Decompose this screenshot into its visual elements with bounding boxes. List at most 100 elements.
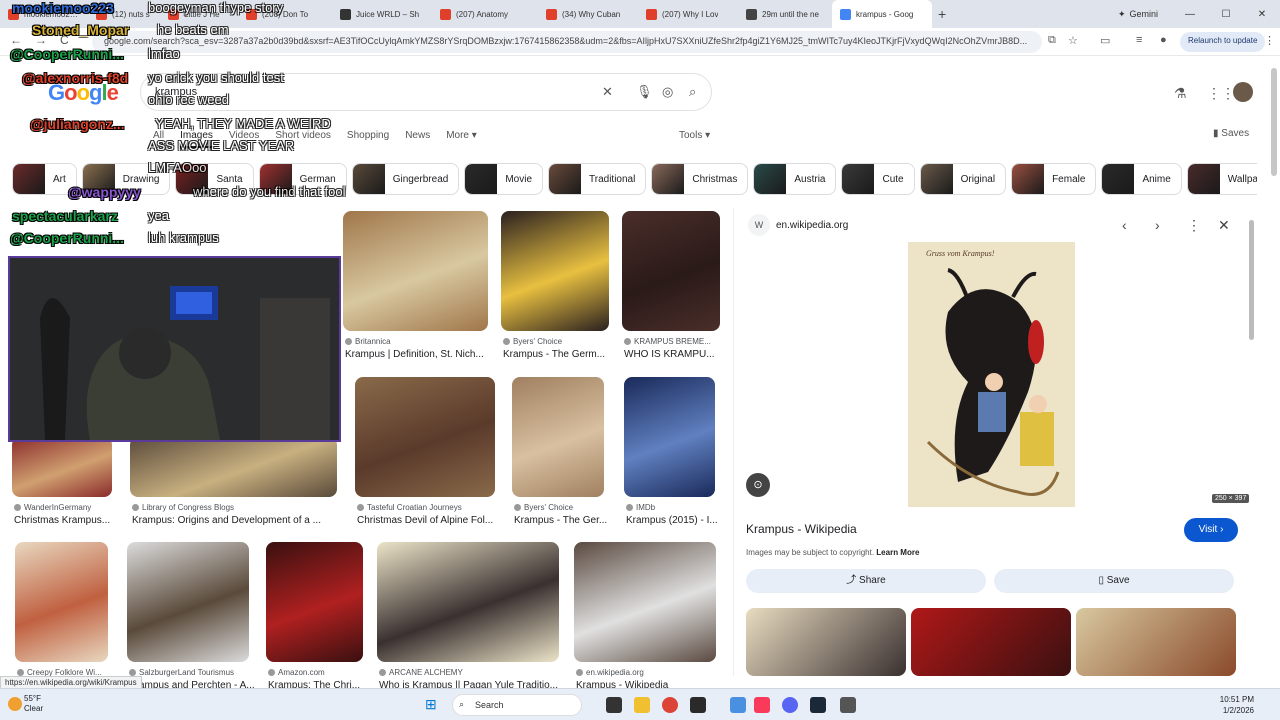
result-thumbnail[interactable]: [15, 542, 108, 662]
result-thumbnail[interactable]: [624, 377, 715, 497]
result-title[interactable]: Christmas Devil of Alpine Fol...: [357, 515, 507, 526]
browser-tab[interactable]: Juice WRLD – Sh: [332, 0, 432, 28]
extension-icon[interactable]: ⧉: [1048, 34, 1056, 47]
labs-flask-icon[interactable]: ⚗: [1174, 85, 1187, 102]
browser-tab[interactable]: 29m until the ne: [738, 0, 832, 28]
result-title[interactable]: Christmas Krampus...: [14, 515, 124, 526]
share-button[interactable]: ⤴ Share: [746, 569, 986, 593]
reading-list-icon[interactable]: ≡: [1136, 34, 1142, 46]
chrome-icon[interactable]: [662, 697, 678, 713]
close-icon[interactable]: ✕: [1244, 9, 1280, 20]
filter-chip[interactable]: Christmas: [651, 163, 749, 195]
browser-tab[interactable]: (207) Anatomy: [432, 0, 538, 28]
image-result[interactable]: Byers' Choice Krampus - The Ger...: [512, 377, 607, 532]
result-source[interactable]: KRAMPUS BREME...: [624, 337, 711, 346]
result-thumbnail[interactable]: [512, 377, 604, 497]
prev-arrow-icon[interactable]: ‹: [1122, 217, 1127, 233]
filter-chip[interactable]: Female: [1011, 163, 1097, 195]
related-image[interactable]: [746, 608, 906, 676]
filter-chip[interactable]: Original: [919, 163, 1007, 195]
result-source[interactable]: Library of Congress Blogs: [132, 503, 234, 512]
result-thumbnail[interactable]: [574, 542, 716, 662]
result-title[interactable]: Krampus | Definition, St. Nich...: [345, 349, 500, 360]
related-image[interactable]: [1076, 608, 1236, 676]
result-source[interactable]: en.wikipedia.org: [576, 668, 644, 677]
panel-title[interactable]: Krampus - Wikipedia: [746, 522, 857, 536]
maximize-icon[interactable]: ☐: [1208, 9, 1244, 20]
apps-grid-icon[interactable]: ⋮⋮: [1207, 85, 1235, 102]
saves-button[interactable]: ▮ Saves: [1213, 128, 1249, 139]
microphone-icon[interactable]: 🎙: [636, 84, 653, 100]
sidepanel-icon[interactable]: ▭: [1100, 34, 1110, 47]
discord-icon[interactable]: [782, 697, 798, 713]
windows-start-icon[interactable]: ⊞: [425, 696, 437, 713]
result-source[interactable]: Byers' Choice: [503, 337, 562, 346]
menu-dots-icon[interactable]: ⋮: [1264, 34, 1275, 47]
gemini-button[interactable]: ✦ Gemini: [1118, 3, 1158, 25]
image-result[interactable]: ARCANE ALCHEMY Who is Krampus || Pagan Yu…: [377, 542, 559, 697]
result-thumbnail[interactable]: [343, 211, 488, 331]
result-thumbnail[interactable]: [377, 542, 559, 662]
result-thumbnail[interactable]: [12, 437, 112, 497]
page-scrollbar[interactable]: [1271, 68, 1277, 176]
result-title[interactable]: Krampus - The Germ...: [503, 349, 621, 360]
related-image[interactable]: [911, 608, 1071, 676]
filter-chip[interactable]: Wallpaper: [1186, 163, 1257, 195]
calculator-icon[interactable]: [840, 697, 856, 713]
search-tab[interactable]: More ▾: [446, 130, 477, 148]
profile-icon[interactable]: ●: [1160, 34, 1167, 46]
task-view-icon[interactable]: [606, 697, 622, 713]
learn-more-link[interactable]: Learn More: [876, 548, 919, 557]
filter-chip[interactable]: Traditional: [548, 163, 647, 195]
image-result[interactable]: Library of Congress Blogs Krampus: Origin…: [130, 437, 337, 532]
image-result[interactable]: Byers' Choice Krampus - The Germ...: [501, 211, 609, 366]
result-title[interactable]: Krampus: Origins and Development of a ..…: [132, 515, 349, 526]
filter-chip[interactable]: Movie: [464, 163, 544, 195]
steam-icon[interactable]: [810, 697, 826, 713]
url-field[interactable]: google.com/search?sca_esv=3287a37a2b0d39…: [92, 31, 1042, 53]
result-source[interactable]: Byers' Choice: [514, 503, 573, 512]
bookmark-star-icon[interactable]: ☆: [1068, 34, 1078, 47]
result-source[interactable]: Amazon.com: [268, 668, 325, 677]
result-thumbnail[interactable]: [355, 377, 495, 497]
minimize-icon[interactable]: —: [1172, 9, 1208, 20]
camera-lens-icon[interactable]: ◎: [662, 84, 673, 100]
next-arrow-icon[interactable]: ›: [1155, 217, 1160, 233]
result-thumbnail[interactable]: [266, 542, 363, 662]
relaunch-button[interactable]: Relaunch to update: [1180, 32, 1266, 52]
result-source[interactable]: IMDb: [626, 503, 655, 512]
image-result[interactable]: WanderInGermany Christmas Krampus...: [12, 437, 112, 532]
image-result[interactable]: Britannica Krampus | Definition, St. Nich…: [343, 211, 488, 366]
clock[interactable]: 10:51 PM 1/2/2026: [1220, 694, 1254, 716]
filter-chip[interactable]: Anime: [1101, 163, 1182, 195]
search-icon[interactable]: ⌕: [689, 84, 696, 100]
weather-widget[interactable]: 55°F Clear: [24, 694, 43, 714]
image-result[interactable]: KRAMPUS BREME... WHO IS KRAMPU...: [622, 211, 720, 366]
panel-site[interactable]: en.wikipedia.org: [776, 220, 848, 231]
new-tab-icon[interactable]: +: [938, 6, 946, 22]
close-panel-icon[interactable]: ✕: [1218, 217, 1230, 234]
result-title[interactable]: Krampus (2015) - I...: [626, 515, 727, 526]
app-icon[interactable]: [730, 697, 746, 713]
browser-tab[interactable]: (34) Why Cuban: [538, 0, 638, 28]
browser-tab[interactable]: (207) Why I Lov: [638, 0, 738, 28]
lens-icon[interactable]: ⊙: [746, 473, 770, 497]
more-options-icon[interactable]: ⋮: [1187, 217, 1201, 234]
result-source[interactable]: WanderInGermany: [14, 503, 91, 512]
image-result[interactable]: Tasteful Croatian Journeys Christmas Devi…: [355, 377, 495, 532]
filter-chip[interactable]: Austria: [753, 163, 837, 195]
result-thumbnail[interactable]: [127, 542, 249, 662]
save-button[interactable]: ▯ Save: [994, 569, 1234, 593]
result-thumbnail[interactable]: [622, 211, 720, 331]
preview-image[interactable]: Gruss vom Krampus!: [908, 242, 1075, 507]
visit-button[interactable]: Visit ›: [1184, 518, 1238, 542]
result-source[interactable]: Tasteful Croatian Journeys: [357, 503, 462, 512]
clear-icon[interactable]: ✕: [602, 84, 613, 100]
search-tab[interactable]: News: [405, 130, 430, 148]
result-source[interactable]: ARCANE ALCHEMY: [379, 668, 463, 677]
panel-scrollbar[interactable]: [1249, 220, 1254, 340]
back-icon[interactable]: ←: [10, 33, 22, 47]
image-result[interactable]: en.wikipedia.org Krampus - Wikipedia: [574, 542, 716, 697]
image-result[interactable]: Creepy Folklore Wi...Krampus...: [15, 542, 108, 697]
taskbar-search[interactable]: ⌕ Search: [452, 694, 582, 716]
